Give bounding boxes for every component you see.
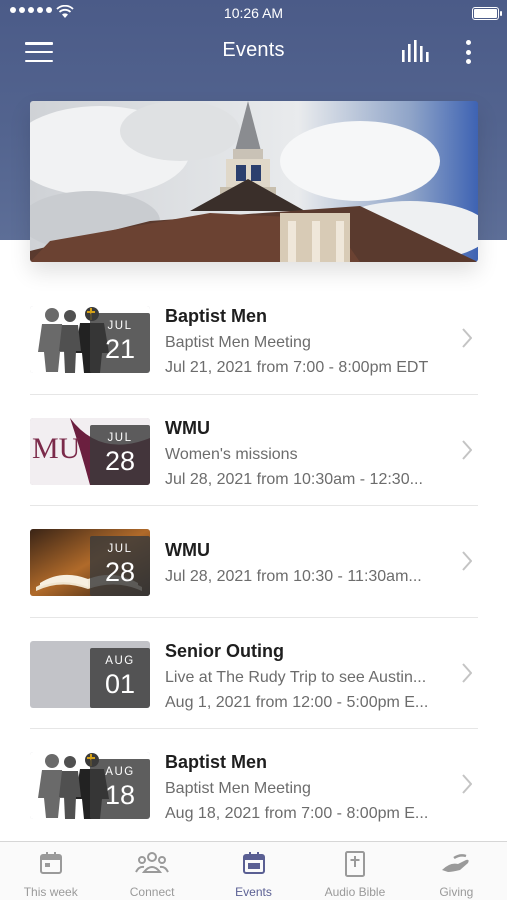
event-date-badge: JUL 28 <box>90 536 150 596</box>
event-item[interactable]: AUG 01 Senior Outing Live at The Rudy Tr… <box>30 618 478 729</box>
event-month: JUL <box>107 543 133 555</box>
tab-events[interactable]: Events <box>203 842 304 900</box>
event-title: Baptist Men <box>165 752 268 772</box>
audio-bars-icon[interactable] <box>397 38 433 68</box>
hamburger-menu-icon[interactable] <box>20 38 58 66</box>
event-datetime: Aug 18, 2021 from 7:00 - 8:00pm E... <box>165 805 429 822</box>
chevron-right-icon <box>462 551 472 571</box>
event-item[interactable]: AUG 18 Baptist Men Baptist Men Meeting A… <box>30 729 478 841</box>
tab-label: Connect <box>129 885 175 899</box>
tab-audio-bible[interactable]: Audio Bible <box>304 842 405 900</box>
tab-label: Giving <box>439 885 474 899</box>
event-month: JUL <box>107 320 133 332</box>
chevron-right-icon <box>462 328 472 348</box>
people-icon <box>135 852 170 873</box>
event-day: 28 <box>104 445 136 476</box>
bible-icon <box>344 851 365 877</box>
event-thumbnail: JUL 21 <box>30 306 150 373</box>
status-bar: 10:26 AM <box>0 0 507 28</box>
tab-giving[interactable]: Giving <box>406 842 507 900</box>
chevron-right-icon <box>462 439 472 460</box>
tab-label: Audio Bible <box>324 885 386 899</box>
event-month: JUL <box>107 431 133 444</box>
event-thumbnail: AUG 18 <box>30 752 150 819</box>
event-month: AUG <box>105 766 135 778</box>
calendar-icon <box>242 852 265 874</box>
navigation-bar: Events <box>0 28 507 76</box>
event-item[interactable]: MU JUL 28 WMU Women's missions Jul 28, 2… <box>30 395 478 506</box>
event-datetime: Aug 1, 2021 from 12:00 - 5:00pm E... <box>165 693 429 711</box>
event-day: 01 <box>104 668 136 699</box>
event-subtitle: Baptist Men Meeting <box>165 780 311 797</box>
events-list: JUL 21 Baptist Men Baptist Men Meeting J… <box>30 283 478 841</box>
event-subtitle: Live at The Rudy Trip to see Austin... <box>165 668 427 686</box>
event-day: 18 <box>104 780 136 810</box>
tab-connect[interactable]: Connect <box>101 842 202 900</box>
event-date-badge: AUG 01 <box>90 647 150 708</box>
event-title: WMU <box>165 417 210 438</box>
events-banner-image <box>30 101 478 262</box>
event-title: WMU <box>165 540 210 560</box>
chevron-right-icon <box>462 662 472 683</box>
giving-hand-icon <box>442 854 469 872</box>
more-options-icon[interactable] <box>456 36 480 68</box>
event-month: AUG <box>105 654 135 667</box>
event-subtitle: Women's missions <box>165 445 298 463</box>
event-thumbnail: JUL 28 <box>30 529 150 596</box>
chevron-right-icon <box>462 774 472 794</box>
event-day: 21 <box>104 334 136 364</box>
svg-text:MU: MU <box>32 432 81 465</box>
event-date-badge: JUL 28 <box>90 424 150 485</box>
event-item[interactable]: JUL 21 Baptist Men Baptist Men Meeting J… <box>30 283 478 395</box>
tab-label: This week <box>23 885 78 899</box>
bottom-tab-bar: This week Connect Events Audio Bible Giv… <box>0 841 507 900</box>
event-title: Baptist Men <box>165 306 268 326</box>
status-time: 10:26 AM <box>223 5 284 21</box>
event-datetime: Jul 21, 2021 from 7:00 - 8:00pm EDT <box>165 359 429 376</box>
event-date-badge: AUG 18 <box>90 759 150 819</box>
event-datetime: Jul 28, 2021 from 10:30am - 12:30... <box>165 470 423 488</box>
tab-label: Events <box>235 885 272 899</box>
event-thumbnail: MU JUL 28 <box>30 417 150 485</box>
battery-icon <box>472 7 502 20</box>
event-day: 28 <box>104 557 136 587</box>
event-title: Senior Outing <box>165 640 284 661</box>
calendar-icon <box>39 852 62 874</box>
event-subtitle: Baptist Men Meeting <box>165 334 311 351</box>
event-date-badge: JUL 21 <box>90 313 150 373</box>
event-thumbnail: AUG 01 <box>30 640 150 708</box>
event-item[interactable]: JUL 28 WMU Jul 28, 2021 from 10:30 - 11:… <box>30 506 478 618</box>
tab-this-week[interactable]: This week <box>0 842 101 900</box>
event-datetime: Jul 28, 2021 from 10:30 - 11:30am... <box>165 568 422 585</box>
